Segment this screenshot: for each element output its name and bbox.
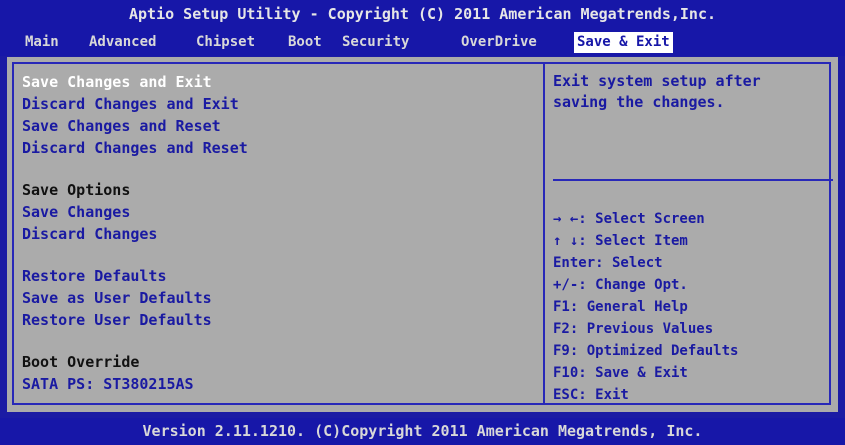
tab-main[interactable]: Main: [22, 32, 62, 53]
tab-save-and-exit[interactable]: Save & Exit: [574, 32, 673, 53]
key-enter: Enter: Select: [553, 255, 663, 271]
options-list: Save Changes and Exit Discard Changes an…: [22, 71, 537, 395]
tab-chipset[interactable]: Chipset: [193, 32, 258, 53]
tab-security[interactable]: Security: [339, 32, 412, 53]
key-f9: F9: Optimized Defaults: [553, 343, 739, 359]
version-footer: Version 2.11.1210. (C)Copyright 2011 Ame…: [0, 418, 845, 445]
option-save-as-user-defaults[interactable]: Save as User Defaults: [22, 287, 537, 309]
key-select-item: ↑ ↓: Select Item: [553, 233, 688, 249]
key-f10: F10: Save & Exit: [553, 365, 688, 381]
key-legend: → ←: Select Screen ↑ ↓: Select Item Ente…: [553, 208, 833, 406]
setup-frame: Save Changes and Exit Discard Changes an…: [7, 57, 838, 412]
option-restore-user-defaults[interactable]: Restore User Defaults: [22, 309, 537, 331]
option-boot-device[interactable]: SATA PS: ST380215AS: [22, 373, 537, 395]
help-divider-horizontal: [553, 179, 833, 181]
option-discard-changes-and-exit[interactable]: Discard Changes and Exit: [22, 93, 537, 115]
panel-divider-vertical: [543, 62, 545, 405]
option-save-changes-and-exit[interactable]: Save Changes and Exit: [22, 71, 537, 93]
key-f2: F2: Previous Values: [553, 321, 714, 337]
menu-bar: Main Advanced Chipset Boot Security Over…: [0, 29, 845, 56]
option-discard-changes-and-reset[interactable]: Discard Changes and Reset: [22, 137, 537, 159]
tab-overdrive[interactable]: OverDrive: [458, 32, 540, 53]
window-title: Aptio Setup Utility - Copyright (C) 2011…: [0, 0, 845, 29]
key-f1: F1: General Help: [553, 299, 688, 315]
boot-override-heading: Boot Override: [22, 353, 140, 371]
tab-advanced[interactable]: Advanced: [86, 32, 159, 53]
tab-boot[interactable]: Boot: [285, 32, 325, 53]
option-save-changes-and-reset[interactable]: Save Changes and Reset: [22, 115, 537, 137]
option-discard-changes[interactable]: Discard Changes: [22, 223, 537, 245]
key-select-screen: → ←: Select Screen: [553, 211, 705, 227]
option-restore-defaults[interactable]: Restore Defaults: [22, 265, 537, 287]
key-esc: ESC: Exit: [553, 387, 629, 403]
help-description: Exit system setup after saving the chang…: [553, 72, 761, 111]
option-save-changes[interactable]: Save Changes: [22, 201, 537, 223]
save-options-heading: Save Options: [22, 181, 131, 199]
key-change-opt: +/-: Change Opt.: [553, 277, 688, 293]
